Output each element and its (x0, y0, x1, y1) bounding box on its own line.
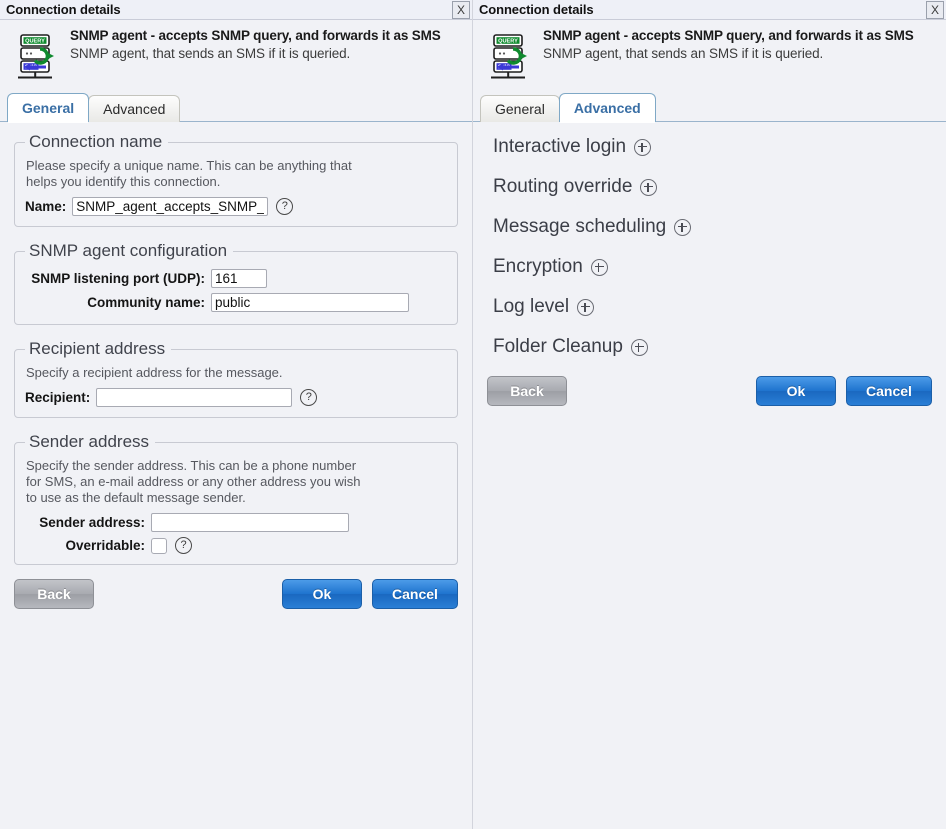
connection-name-row: Name: ? (25, 197, 447, 216)
snmp-port-row: SNMP listening port (UDP): (25, 269, 447, 288)
advanced-section-label: Log level (493, 296, 570, 317)
tab-advanced[interactable]: Advanced (88, 95, 181, 122)
right-connection-details-dialog: Connection details X QUERY SMS (472, 0, 946, 829)
back-button-right[interactable]: Back (487, 376, 567, 406)
snmp-port-input[interactable] (211, 269, 267, 288)
plus-circle-icon[interactable] (640, 178, 658, 196)
recipient-input[interactable] (96, 388, 293, 407)
connection-type-title: SNMP agent - accepts SNMP query, and for… (70, 28, 441, 43)
left-tabbar: General Advanced (0, 92, 472, 123)
right-header-text: SNMP agent - accepts SNMP query, and for… (535, 27, 914, 61)
left-panel-body: Connection name Please specify a unique … (0, 122, 472, 609)
advanced-section-label: Routing override (493, 176, 633, 197)
advanced-section-message-scheduling[interactable]: Message scheduling (493, 216, 692, 238)
snmp-agent-configuration-group: SNMP agent configuration SNMP listening … (14, 241, 458, 325)
plus-circle-icon[interactable] (577, 298, 595, 316)
tab-advanced-right[interactable]: Advanced (558, 93, 656, 123)
connection-name-group: Connection name Please specify a unique … (14, 132, 458, 227)
svg-text:QUERY: QUERY (498, 39, 518, 45)
recipient-help-icon[interactable]: ? (300, 389, 318, 406)
advanced-section-label: Message scheduling (493, 216, 667, 237)
left-dialog-header: QUERY SMS SNMP agent - accepts SNMP qu (0, 20, 472, 92)
recipient-address-group: Recipient address Specify a recipient ad… (14, 339, 458, 418)
sender-legend: Sender address (29, 432, 150, 451)
svg-text:QUERY: QUERY (25, 39, 45, 45)
advanced-section-label: Folder Cleanup (493, 336, 623, 357)
name-label: Name: (25, 199, 67, 214)
sender-address-input[interactable] (151, 513, 349, 532)
close-icon-right[interactable]: X (926, 0, 944, 19)
plus-circle-icon[interactable] (590, 258, 608, 276)
connection-type-subtitle: SNMP agent, that sends an SMS if it is q… (70, 46, 351, 61)
snmp-agent-sms-server-icon-right: QUERY SMS (483, 29, 535, 83)
advanced-sections-list: Interactive login Routing override Messa… (473, 122, 946, 358)
sender-address-label: Sender address: (39, 515, 145, 530)
connection-name-legend: Connection name (29, 132, 163, 151)
right-tabbar: General Advanced (473, 92, 946, 123)
advanced-section-encryption[interactable]: Encryption (493, 256, 608, 278)
sender-description: Specify the sender address. This can be … (26, 458, 361, 505)
overridable-checkbox[interactable] (151, 537, 167, 554)
recipient-row: Recipient: ? (25, 388, 447, 407)
overridable-help-icon[interactable]: ? (175, 537, 192, 554)
sender-address-row: Sender address: (25, 513, 447, 532)
cancel-button-right[interactable]: Cancel (846, 376, 932, 406)
right-button-bar: Back Ok Cancel (473, 376, 946, 406)
plus-circle-icon[interactable] (634, 138, 652, 156)
tab-general[interactable]: General (7, 93, 90, 123)
back-button[interactable]: Back (14, 579, 94, 609)
ok-button[interactable]: Ok (282, 579, 362, 609)
sender-address-group: Sender address Specify the sender addres… (14, 432, 458, 565)
connection-name-input[interactable] (72, 197, 269, 216)
recipient-legend: Recipient address (29, 339, 166, 358)
advanced-section-routing-override[interactable]: Routing override (493, 176, 658, 198)
overridable-row: Overridable: ? (25, 537, 447, 554)
plus-circle-icon[interactable] (674, 218, 692, 236)
connection-type-title-right: SNMP agent - accepts SNMP query, and for… (543, 28, 914, 43)
community-name-input[interactable] (211, 293, 409, 312)
recipient-description: Specify a recipient address for the mess… (26, 365, 283, 380)
close-icon[interactable]: X (452, 0, 470, 19)
left-connection-details-dialog: Connection details X QUERY SMS (0, 0, 472, 829)
overridable-label: Overridable: (65, 538, 145, 553)
plus-circle-icon[interactable] (630, 338, 648, 356)
right-titlebar: Connection details X (473, 0, 946, 20)
community-name-label: Community name: (87, 295, 205, 310)
left-titlebar: Connection details X (0, 0, 472, 20)
advanced-section-interactive-login[interactable]: Interactive login (493, 136, 652, 158)
community-name-row: Community name: (25, 293, 447, 312)
snmp-agent-sms-server-icon: QUERY SMS (10, 29, 62, 83)
dual-panel-stage: Connection details X QUERY SMS (0, 0, 946, 829)
advanced-section-folder-cleanup[interactable]: Folder Cleanup (493, 336, 648, 358)
tab-general-right[interactable]: General (480, 95, 560, 122)
connection-name-help-icon[interactable]: ? (276, 198, 294, 215)
cancel-button[interactable]: Cancel (372, 579, 458, 609)
snmp-port-label: SNMP listening port (UDP): (31, 271, 205, 286)
advanced-section-log-level[interactable]: Log level (493, 296, 595, 318)
advanced-section-label: Encryption (493, 256, 583, 277)
connection-name-description: Please specify a unique name. This can b… (26, 158, 352, 189)
connection-type-subtitle-right: SNMP agent, that sends an SMS if it is q… (543, 46, 824, 61)
left-header-text: SNMP agent - accepts SNMP query, and for… (62, 27, 441, 61)
left-button-bar: Back Ok Cancel (14, 579, 458, 609)
window-title-right: Connection details (479, 2, 594, 17)
advanced-section-label: Interactive login (493, 136, 627, 157)
right-dialog-header: QUERY SMS SNMP agent - accepts SNMP qu (473, 20, 946, 92)
snmp-config-legend: SNMP agent configuration (29, 241, 228, 260)
recipient-label: Recipient: (25, 390, 91, 405)
ok-button-right[interactable]: Ok (756, 376, 836, 406)
window-title: Connection details (6, 2, 121, 17)
